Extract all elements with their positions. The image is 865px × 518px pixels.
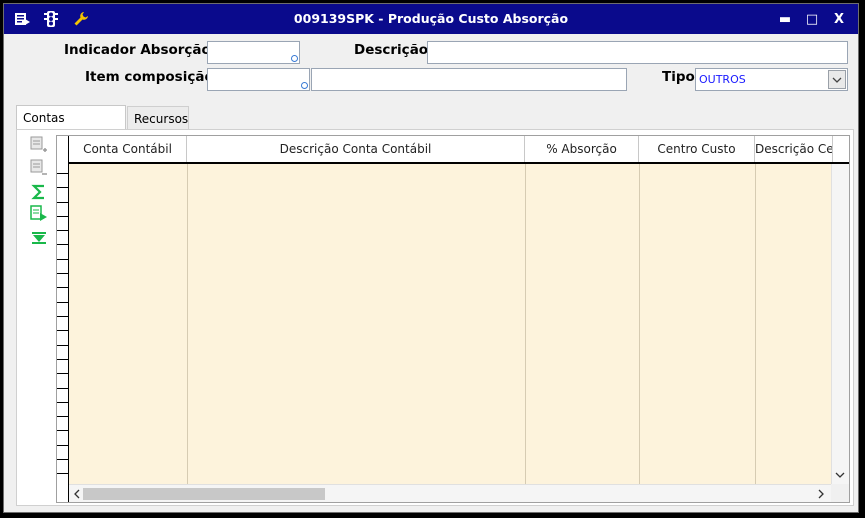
scroll-right-icon[interactable] [813,486,829,502]
traffic-light-icon[interactable] [42,10,60,28]
row-indicator-tick [57,173,69,174]
chevron-down-icon[interactable] [828,70,846,89]
add-row-icon[interactable] [28,135,50,155]
export-icon[interactable] [28,204,50,224]
row-indicator-tick [57,330,69,331]
tipo-select[interactable]: OUTROS [695,68,848,91]
row-indicator-tick [57,430,69,431]
window-title: 009139SPK - Produção Custo Absorção [293,11,569,26]
accounts-grid[interactable]: Conta Contábil Descrição Conta Contábil … [56,135,850,503]
indicador-absorcao-input[interactable] [207,41,300,64]
tab-recursos[interactable]: Recursos [127,106,189,130]
column-header-descricao-centro[interactable]: Descrição Cen [755,136,833,162]
horizontal-scroll-thumb[interactable] [83,488,325,500]
column-header-centro-custo[interactable]: Centro Custo [639,136,755,162]
row-indicator-tick [57,359,69,360]
column-header-absorcao[interactable]: % Absorção [525,136,639,162]
row-indicator-tick [57,287,69,288]
row-indicator-tick [57,244,69,245]
sum-icon[interactable] [28,182,50,202]
column-header-conta-contabil[interactable]: Conta Contábil [69,136,187,162]
row-indicator-column [57,136,69,502]
scroll-down-icon[interactable] [832,467,848,483]
column-divider [755,164,756,484]
close-icon[interactable]: X [830,11,848,27]
column-header-descricao-conta[interactable]: Descrição Conta Contábil [187,136,525,162]
descricao-label: Descrição [354,42,429,58]
remove-row-icon[interactable] [28,158,50,178]
row-indicator-tick [57,316,69,317]
horizontal-scrollbar[interactable] [69,484,831,502]
app-window: 009139SPK - Produção Custo Absorção ▬ □ … [3,3,859,513]
minimize-icon[interactable]: ▬ [776,11,794,27]
row-indicator-tick [57,230,69,231]
vertical-scrollbar[interactable] [831,164,849,484]
menu-icon[interactable] [13,10,31,28]
tipo-label: Tipo [662,69,695,85]
expand-down-icon[interactable] [28,228,50,248]
row-indicator-tick [57,216,69,217]
maximize-icon[interactable]: □ [803,11,821,27]
row-indicator-tick [57,273,69,274]
row-indicator-tick [57,416,69,417]
item-composicao-description-input[interactable] [311,68,627,91]
row-indicator-tick [57,202,69,203]
row-indicator-tick [57,345,69,346]
column-divider [639,164,640,484]
row-indicator-tick [57,302,69,303]
row-indicator-tick [57,445,69,446]
row-indicator-tick [57,473,69,474]
grid-header: Conta Contábil Descrição Conta Contábil … [57,136,849,164]
wrench-icon[interactable] [72,10,90,28]
row-indicator-tick [57,259,69,260]
tipo-selected-value: OUTROS [699,73,746,86]
descricao-input[interactable] [427,41,848,64]
row-indicator-tick [57,459,69,460]
row-indicator-tick [57,187,69,188]
item-composicao-code-input[interactable] [207,68,310,91]
item-composicao-label: Item composição [85,69,214,85]
row-indicator-tick [57,388,69,389]
title-bar: 009139SPK - Produção Custo Absorção ▬ □ … [4,4,858,34]
column-divider [525,164,526,484]
indicador-absorcao-label: Indicador Absorção [64,42,211,58]
row-indicator-tick [57,373,69,374]
row-indicator-tick [57,402,69,403]
column-divider [187,164,188,484]
tab-contas-contabeis[interactable]: Contas Contabeis [16,105,126,149]
scrollbar-corner [831,484,849,502]
